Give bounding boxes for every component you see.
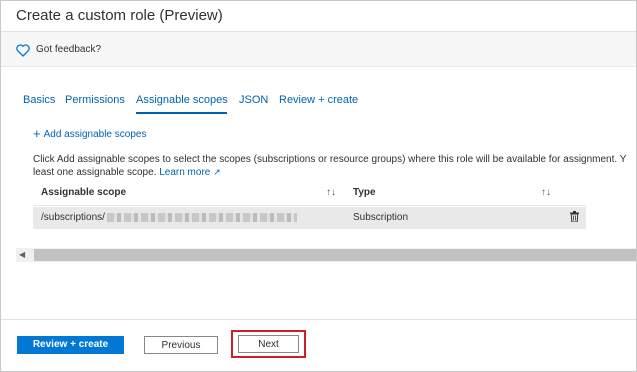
next-button[interactable]: Next [238,335,299,353]
page-title: Create a custom role (Preview) [16,7,223,24]
tab-assignable-scopes[interactable]: Assignable scopes [136,94,228,106]
review-create-button[interactable]: Review + create [17,336,124,354]
previous-button[interactable]: Previous [144,336,218,354]
scroll-left-arrow-icon[interactable]: ◀ [19,250,25,259]
type-cell: Subscription [353,212,409,223]
scope-cell: /subscriptions/ [41,212,297,223]
feedback-link[interactable]: Got feedback? [36,44,101,55]
tab-review-create[interactable]: Review + create [279,94,358,106]
info-line-2-text: least one assignable scope. [33,167,157,178]
trash-icon[interactable] [570,211,579,222]
footer-divider [1,319,636,320]
tab-permissions[interactable]: Permissions [65,94,125,106]
title-bar: Create a custom role (Preview) [1,1,636,32]
column-header-assignable-scope[interactable]: Assignable scope [41,187,126,198]
tab-basics[interactable]: Basics [23,94,55,106]
info-line-2: least one assignable scope. Learn more ↗ [33,166,636,179]
column-header-type[interactable]: Type [353,187,376,198]
active-tab-indicator [136,112,227,114]
horizontal-scrollbar[interactable]: ◀ [16,248,636,262]
scope-prefix: /subscriptions/ [41,212,105,223]
table-row[interactable]: /subscriptions/ Subscription [33,207,586,229]
info-text: Click Add assignable scopes to select th… [33,153,636,179]
add-assignable-scopes-label: Add assignable scopes [43,129,147,140]
table-header: Assignable scope ↑↓ Type ↑↓ [33,183,586,206]
tab-json[interactable]: JSON [239,94,268,106]
learn-more-link[interactable]: Learn more [159,167,210,178]
info-line-1: Click Add assignable scopes to select th… [33,154,627,165]
create-custom-role-panel: Create a custom role (Preview) Got feedb… [0,0,637,372]
redacted-subscription-id [106,212,297,222]
heart-icon[interactable] [16,44,30,57]
sort-icon[interactable]: ↑↓ [326,187,336,198]
plus-icon: + [33,126,41,141]
sort-icon[interactable]: ↑↓ [541,187,551,198]
scrollbar-thumb[interactable] [34,249,636,261]
external-link-icon: ↗ [213,167,221,177]
add-assignable-scopes-button[interactable]: + Add assignable scopes [33,125,147,141]
